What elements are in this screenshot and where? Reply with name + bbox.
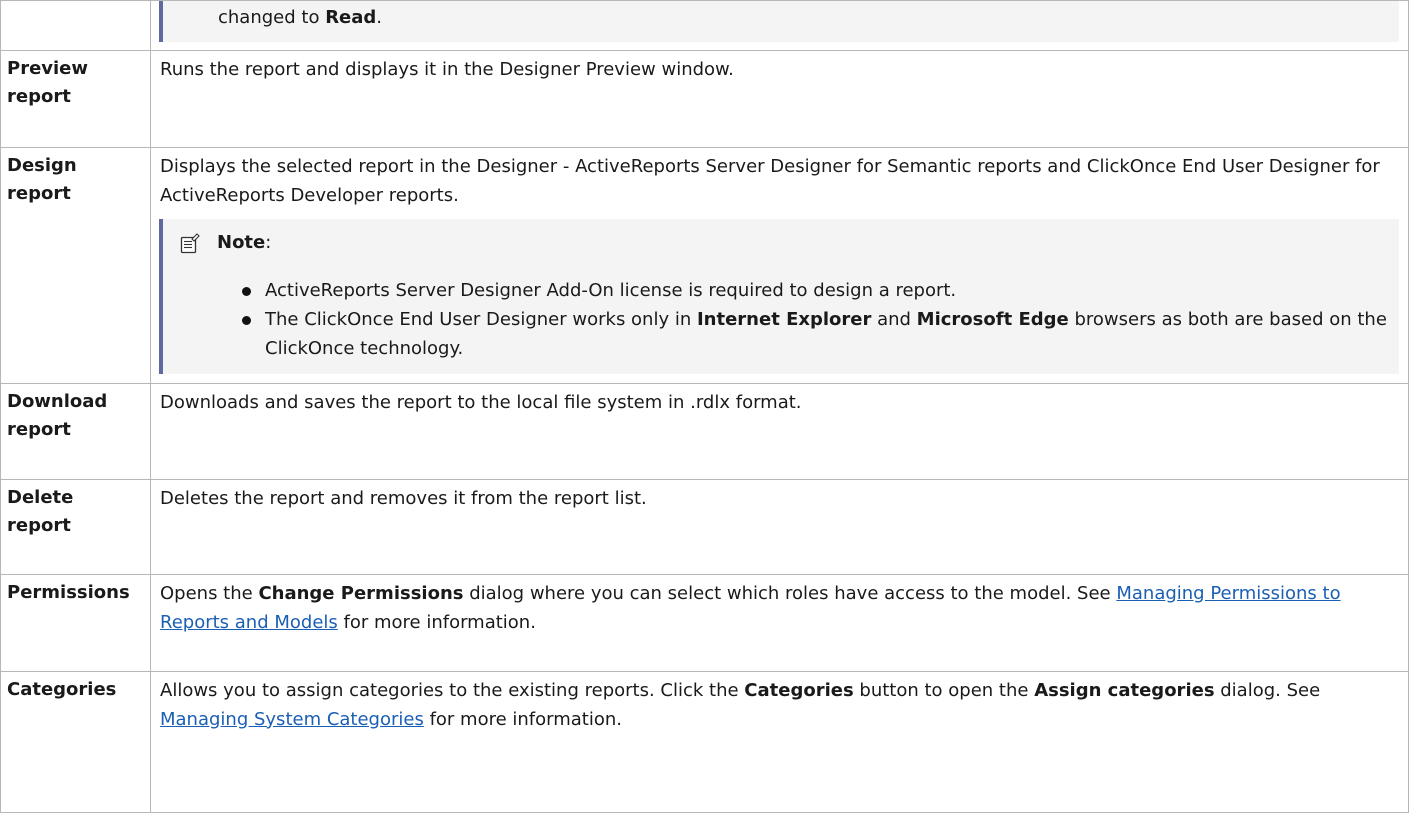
table-row: Preview report Runs the report and displ… bbox=[0, 50, 1409, 148]
table-row: Permissions Opens the Change Permissions… bbox=[0, 573, 1409, 672]
description-cell: Opens the Change Permissions dialog wher… bbox=[150, 573, 1409, 672]
description-part: Opens the bbox=[160, 582, 259, 604]
table-row: Download report Downloads and saves the … bbox=[0, 382, 1409, 480]
description-cell: Downloads and saves the report to the lo… bbox=[150, 382, 1409, 480]
browser-name: Internet Explorer bbox=[696, 309, 872, 331]
note-header: Note: bbox=[179, 229, 1399, 258]
callout-bold-text: Read bbox=[325, 7, 377, 28]
description-cell: Runs the report and displays it in the D… bbox=[150, 50, 1409, 148]
term-cell: Download report bbox=[0, 382, 151, 480]
term-cell: Preview report bbox=[0, 50, 151, 148]
actions-reference-table: changed to Read. Preview report Runs the… bbox=[0, 0, 1409, 813]
description-text: Downloads and saves the report to the lo… bbox=[160, 391, 802, 413]
table-row: Design report Displays the selected repo… bbox=[0, 147, 1409, 384]
description-text: Deletes the report and removes it from t… bbox=[160, 487, 647, 509]
description-part: for more information. bbox=[337, 611, 536, 633]
callout-box: changed to Read. bbox=[159, 1, 1399, 42]
description-text: Opens the Change Permissions dialog wher… bbox=[160, 575, 1398, 638]
description-part: Allows you to assign categories to the e… bbox=[160, 679, 745, 701]
description-part: for more information. bbox=[423, 708, 623, 730]
term-cell: Permissions bbox=[0, 573, 151, 672]
table-row: changed to Read. bbox=[0, 0, 1409, 51]
description-part: dialog. See bbox=[1214, 679, 1321, 701]
note-list-item: ActiveReports Server Designer Add-On lic… bbox=[242, 277, 1399, 306]
table-row: Categories Allows you to assign categori… bbox=[0, 670, 1409, 813]
note-list: ActiveReports Server Designer Add-On lic… bbox=[179, 277, 1399, 363]
term-cell: Delete report bbox=[0, 478, 151, 575]
callout-text: changed to bbox=[218, 7, 326, 28]
term-cell bbox=[0, 0, 151, 51]
dialog-name: Change Permissions bbox=[258, 582, 464, 604]
table-row: Delete report Deletes the report and rem… bbox=[0, 478, 1409, 575]
description-cell: Allows you to assign categories to the e… bbox=[150, 670, 1409, 813]
note-item-text: ActiveReports Server Designer Add-On lic… bbox=[265, 280, 957, 302]
note-title-suffix: : bbox=[265, 231, 272, 253]
term-cell: Design report bbox=[0, 147, 151, 384]
note-list-item: The ClickOnce End User Designer works on… bbox=[242, 306, 1399, 364]
term-cell: Categories bbox=[0, 670, 151, 813]
note-item-text: and bbox=[871, 309, 917, 331]
description-cell: changed to Read. bbox=[150, 0, 1409, 51]
description-cell: Displays the selected report in the Desi… bbox=[150, 147, 1409, 384]
description-text: Allows you to assign categories to the e… bbox=[160, 672, 1398, 735]
browser-name: Microsoft Edge bbox=[916, 309, 1069, 331]
managing-system-categories-link[interactable]: Managing System Categories bbox=[160, 709, 424, 730]
description-part: button to open the bbox=[853, 679, 1035, 701]
description-cell: Deletes the report and removes it from t… bbox=[150, 478, 1409, 575]
note-title: Note bbox=[217, 231, 266, 253]
note-callout: Note: ActiveReports Server Designer Add-… bbox=[159, 218, 1399, 374]
note-item-text: The ClickOnce End User Designer works on… bbox=[265, 309, 697, 331]
description-text: Runs the report and displays it in the D… bbox=[160, 59, 734, 80]
button-name: Categories bbox=[744, 679, 854, 701]
callout-text-end: . bbox=[376, 7, 383, 28]
note-icon bbox=[179, 232, 201, 254]
description-part: dialog where you can select which roles … bbox=[463, 582, 1117, 604]
dialog-name: Assign categories bbox=[1034, 679, 1215, 701]
description-text: Displays the selected report in the Desi… bbox=[160, 156, 1380, 206]
